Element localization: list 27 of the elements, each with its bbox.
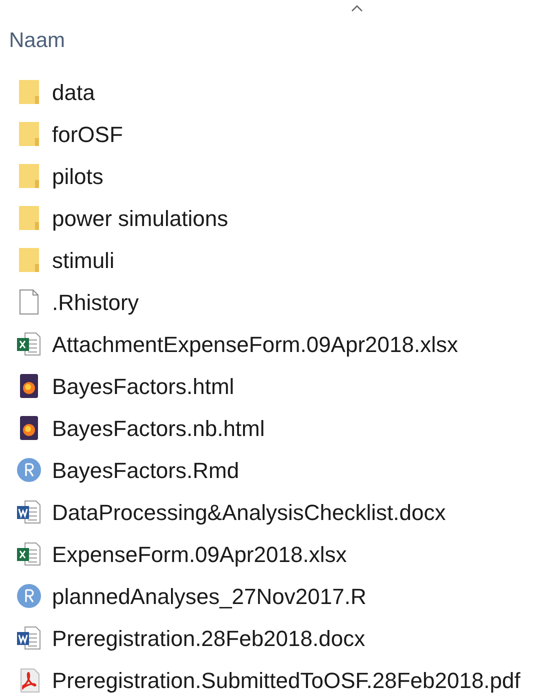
text-document-icon bbox=[16, 498, 42, 526]
file-name[interactable]: forOSF bbox=[52, 118, 123, 150]
r-icon bbox=[16, 582, 42, 610]
folder-icon bbox=[16, 246, 42, 274]
file-name[interactable]: stimuli bbox=[52, 244, 114, 276]
file-name[interactable]: plannedAnalyses_27Nov2017.R bbox=[52, 580, 366, 612]
r-icon bbox=[16, 456, 42, 484]
folder-icon bbox=[16, 204, 42, 232]
file-name[interactable]: BayesFactors.html bbox=[52, 370, 234, 402]
folder-icon bbox=[16, 120, 42, 148]
spreadsheet-icon bbox=[16, 540, 42, 568]
file-name[interactable]: pilots bbox=[52, 160, 104, 192]
file-name[interactable]: DataProcessing&AnalysisChecklist.docx bbox=[52, 496, 446, 528]
file-name[interactable]: AttachmentExpenseForm.09Apr2018.xlsx bbox=[52, 328, 458, 360]
file-name[interactable]: power simulations bbox=[52, 202, 228, 234]
file-name[interactable]: data bbox=[52, 76, 95, 108]
file-name[interactable]: .Rhistory bbox=[52, 286, 139, 318]
file-name[interactable]: BayesFactors.nb.html bbox=[52, 412, 265, 444]
text-document-icon bbox=[16, 624, 42, 652]
file-name[interactable]: Preregistration.28Feb2018.docx bbox=[52, 622, 366, 654]
spreadsheet-icon bbox=[16, 330, 42, 358]
file-name[interactable]: Preregistration.SubmittedToOSF.28Feb2018.pdf bbox=[52, 664, 520, 696]
folder-icon bbox=[16, 78, 42, 106]
file-name[interactable]: BayesFactors.Rmd bbox=[52, 454, 240, 486]
file-name[interactable]: ExpenseForm.09Apr2018.xlsx bbox=[52, 538, 347, 570]
name-column-header[interactable]: Naam bbox=[9, 28, 66, 54]
folder-icon bbox=[16, 162, 42, 190]
